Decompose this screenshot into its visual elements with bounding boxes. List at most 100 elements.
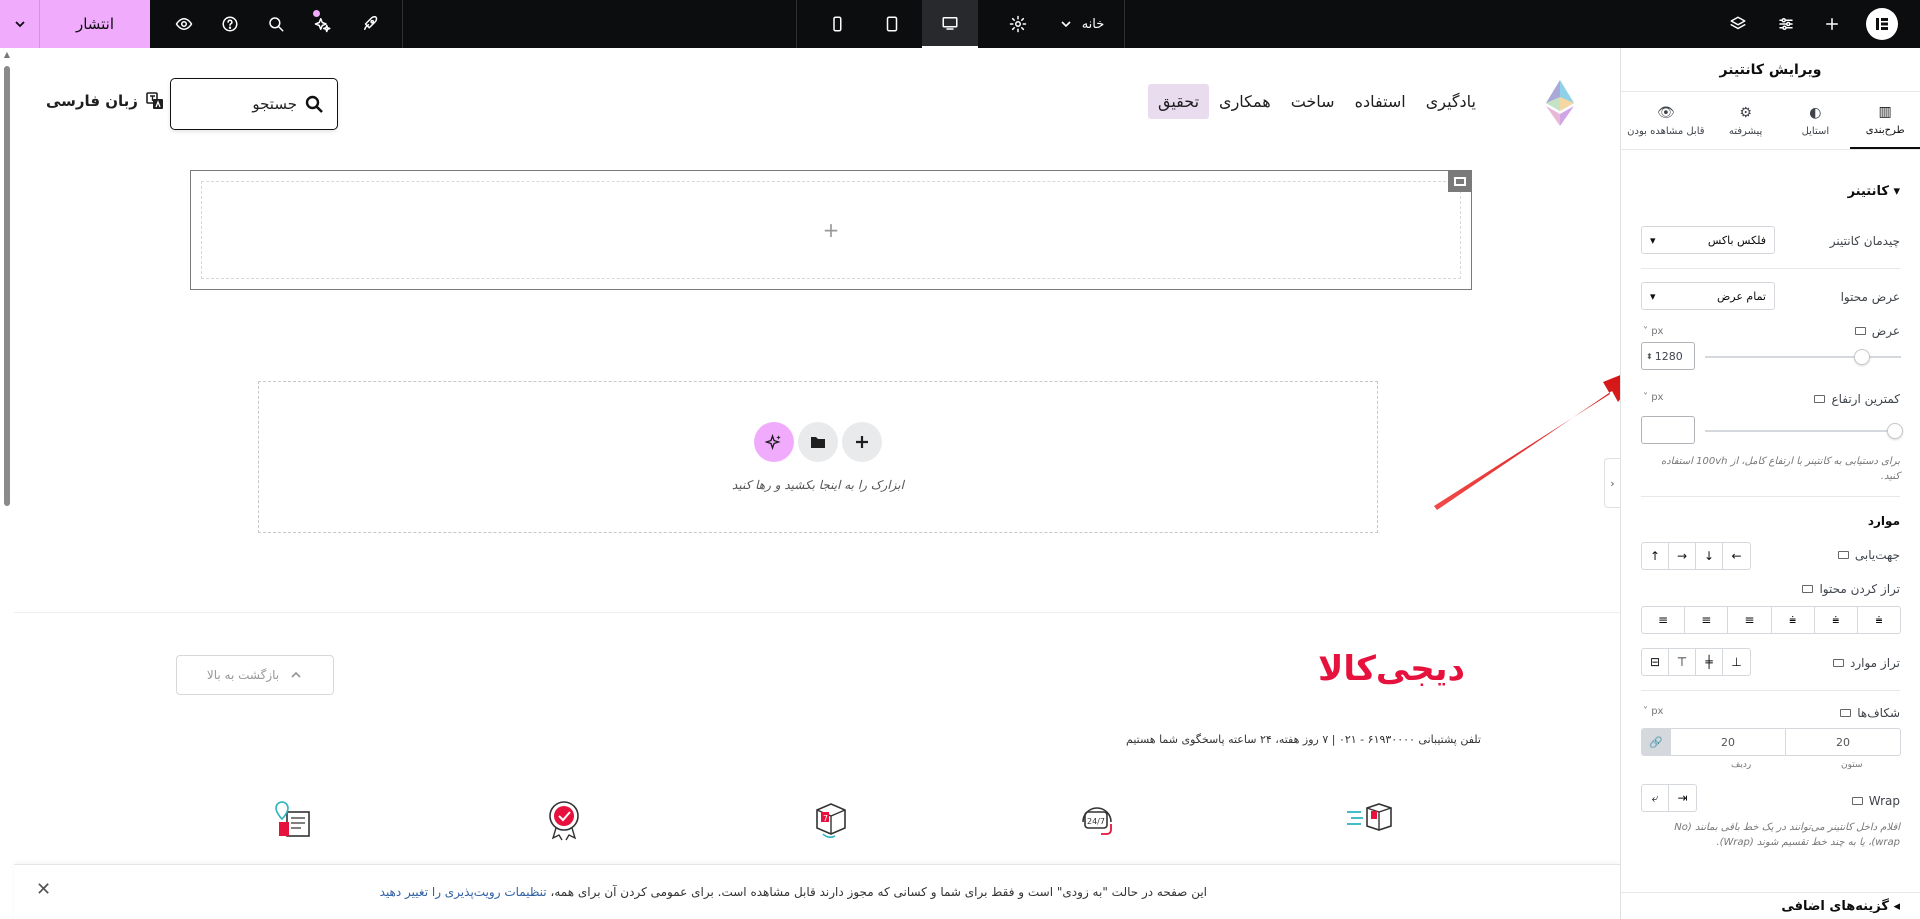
device-desktop-button[interactable] [922,0,978,48]
seven-day-return-icon: 7 [806,795,856,845]
language-switch[interactable]: زبان فارسی [46,92,164,110]
nav-item-collab[interactable]: همکاری [1209,84,1281,119]
section-container-toggle[interactable]: ▾ کانتینر [1848,184,1900,199]
widget-dropzone[interactable]: ابزارک را به اینجا بکشید و رها کنید [258,381,1378,533]
no-wrap-button[interactable]: ⇥ [1669,785,1696,811]
notice-message: این صفحه در حالت "به زودی" است و فقط برا… [546,885,1207,899]
gap-column-input[interactable]: 20 [1785,729,1900,755]
nav-item-use[interactable]: استفاده [1345,84,1416,119]
visibility-settings-link[interactable]: تنظیمات رویت‌پذیری را تغییر دهید [380,885,547,899]
direction-left-button[interactable]: ← [1723,543,1750,569]
canvas-scrollbar[interactable] [4,66,10,506]
page-selector[interactable]: خانه [1052,0,1112,48]
template-library-button[interactable] [798,422,838,462]
back-to-top-button[interactable]: بازگشت به بالا [176,655,334,695]
width-slider-knob[interactable] [1853,349,1870,365]
scroll-up-arrow[interactable]: ▲ [3,51,11,59]
search-input[interactable]: جستجو [252,95,297,113]
caret-down-icon: ▾ [1893,184,1900,199]
edit-panel: ویرایش کانتینر ▥ طرح‌بندی ◐ استایل ⚙ پیش… [1620,48,1920,919]
tab-layout[interactable]: ▥ طرح‌بندی [1850,92,1920,149]
min-height-input[interactable] [1641,416,1695,444]
desktop-icon [1814,395,1826,403]
add-element-button[interactable] [1808,0,1856,48]
min-height-slider-knob[interactable] [1887,423,1903,439]
selected-container[interactable]: + [190,170,1472,290]
finder-button[interactable] [252,0,300,48]
launch-button[interactable] [346,0,394,48]
align-stretch-button[interactable]: ⊟ [1642,649,1669,675]
notification-dot [313,10,320,17]
stepper-icon[interactable]: ⬍ [1646,352,1653,361]
align-end-button[interactable]: ⊥ [1723,649,1750,675]
width-input[interactable]: ⬍ 1280 [1641,342,1695,370]
device-mobile-button[interactable] [813,0,861,48]
justify-between-button[interactable]: ⩧ [1772,607,1815,633]
content-width-select[interactable]: تمام عرض ▾ [1641,282,1775,310]
site-search-box[interactable]: جستجو [170,78,338,130]
svg-text:24/7: 24/7 [1087,817,1105,826]
brand-logo[interactable]: دیجی‌کالا [1318,649,1466,689]
notes-button[interactable] [299,0,347,48]
preview-button[interactable] [160,0,208,48]
structure-button[interactable] [1714,0,1762,48]
panel-title: ویرایش کانتینر [1621,48,1920,92]
gaps-unit-select[interactable]: px ˅ [1643,706,1663,717]
tab-style[interactable]: ◐ استایل [1780,92,1850,149]
site-settings-button[interactable] [1762,0,1810,48]
publish-button[interactable]: انتشار [40,0,150,48]
extra-options-section[interactable]: ◂ گزینه‌های اضافی [1621,892,1920,914]
justify-end-button[interactable]: ≡ [1728,607,1772,633]
desktop-icon [1840,709,1852,717]
add-section-button[interactable] [842,422,882,462]
width-slider[interactable] [1705,349,1901,365]
direction-label: جهت‌یابی [1837,548,1900,562]
tablet-icon [868,0,916,48]
justify-center-button[interactable]: ≡ [1685,607,1729,633]
elementor-menu-button[interactable] [1858,0,1906,48]
extra-options-title[interactable]: ◂ گزینه‌های اضافی [1781,899,1900,914]
top-bar: انتشار خانه [0,0,1920,48]
direction-buttons: ↑ → ↓ ← [1641,542,1751,570]
page-settings-button[interactable] [994,0,1042,48]
container-empty-area[interactable]: + [201,181,1461,279]
nav-item-research[interactable]: تحقیق [1148,84,1210,119]
container-edit-handle[interactable] [1448,170,1472,192]
direction-right-button[interactable]: → [1669,543,1696,569]
gap-row-input[interactable]: 20 [1670,729,1785,755]
close-icon[interactable]: ✕ [36,879,51,900]
justify-around-button[interactable]: ⩧ [1815,607,1858,633]
width-unit-select[interactable]: px ˅ [1643,326,1663,337]
align-start-button[interactable]: ⊤ [1669,649,1696,675]
add-inner-plus-icon[interactable]: + [823,218,840,242]
align-center-button[interactable]: ╪ [1696,649,1723,675]
device-tablet-button[interactable] [868,0,916,48]
min-height-unit-select[interactable]: px ˅ [1643,392,1663,403]
direction-down-button[interactable]: ↓ [1696,543,1723,569]
justify-evenly-button[interactable]: ⩧ [1858,607,1900,633]
panel-collapse-toggle[interactable]: › [1604,458,1620,508]
tab-advanced[interactable]: ⚙ پیشرفته [1711,92,1781,149]
layout-label: چیدمان کانتینر [1829,234,1900,248]
direction-up-button[interactable]: ↑ [1642,543,1669,569]
gap-column-caption: ستون [1841,760,1863,770]
link-icon[interactable]: 🔗 [1642,729,1670,755]
ethereum-logo-icon[interactable] [1540,80,1580,126]
quality-badge-icon [539,795,589,845]
chevron-up-icon [291,671,301,678]
ai-generate-button[interactable] [754,422,794,462]
monitor-icon [926,0,974,47]
publish-options-button[interactable] [0,0,40,48]
gap-row-caption: ردیف [1731,760,1752,770]
help-button[interactable] [206,0,254,48]
layout-select[interactable]: فلکس باکس ▾ [1641,226,1775,254]
nav-item-learn[interactable]: یادگیری [1416,84,1486,119]
search-icon [252,0,300,48]
nav-item-build[interactable]: ساخت [1281,84,1345,119]
tab-visibility[interactable]: 👁 قابل مشاهده بودن [1621,92,1711,149]
justify-start-button[interactable]: ≡ [1642,607,1686,633]
wrap-button[interactable]: ⤶ [1642,785,1669,811]
min-height-slider[interactable] [1705,423,1903,439]
folder-icon [811,437,825,448]
content-width-value: تمام عرض [1716,289,1766,303]
